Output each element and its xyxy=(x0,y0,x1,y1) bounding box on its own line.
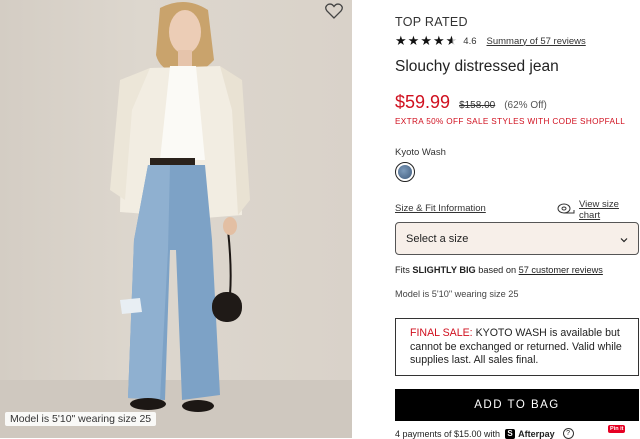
measuring-tape-icon xyxy=(557,201,575,219)
add-to-bag-button[interactable]: ADD TO BAG xyxy=(395,389,639,421)
model-illustration xyxy=(0,1,352,438)
afterpay-name: Afterpay xyxy=(518,428,555,439)
afterpay-logo[interactable]: S Afterpay xyxy=(505,428,555,439)
size-select-label: Select a size xyxy=(406,232,469,245)
discount-percent: (62% Off) xyxy=(504,100,547,111)
afterpay-icon: S xyxy=(505,428,516,439)
afterpay-row: 4 payments of $15.00 with S Afterpay ? xyxy=(395,428,574,439)
reviews-summary-link[interactable]: Summary of 57 reviews xyxy=(487,36,586,47)
rating-row: ★ ★ ★ ★ ★ 4.6 Summary of 57 reviews xyxy=(395,34,586,48)
pin-it-button[interactable]: Pin it xyxy=(608,425,626,433)
model-size-info: Model is 5'10" wearing size 25 xyxy=(395,289,519,299)
fits-middle: based on xyxy=(478,265,517,275)
fits-prefix: Fits xyxy=(395,265,410,275)
star-rating: ★ ★ ★ ★ ★ xyxy=(395,34,457,48)
star-icon: ★ xyxy=(432,33,445,48)
color-swatch-kyoto-wash[interactable] xyxy=(395,162,415,182)
size-fit-info-link[interactable]: Size & Fit Information xyxy=(395,203,486,214)
wishlist-heart-icon[interactable] xyxy=(325,3,343,19)
original-price: $158.00 xyxy=(459,100,496,111)
top-rated-badge: TOP RATED xyxy=(395,15,468,29)
size-select-dropdown[interactable]: Select a size xyxy=(395,222,639,255)
star-icon: ★ xyxy=(420,33,432,48)
info-icon[interactable]: ? xyxy=(562,428,574,439)
afterpay-text: 4 payments of $15.00 with xyxy=(395,428,501,439)
customer-reviews-link[interactable]: 57 customer reviews xyxy=(519,265,603,275)
product-title: Slouchy distressed jean xyxy=(395,58,559,75)
size-chart-label: View size chart xyxy=(579,199,619,221)
sale-price: $59.99 xyxy=(395,92,451,112)
fit-summary: Fits SLIGHTLY BIG based on 57 customer r… xyxy=(395,265,603,275)
model-caption: Model is 5'10" wearing size 25 xyxy=(5,412,157,426)
chevron-down-icon xyxy=(620,230,628,248)
swatch-fill xyxy=(398,165,412,179)
price-row: $59.99 $158.00 (62% Off) xyxy=(395,92,547,113)
size-chart-link[interactable]: View size chart xyxy=(557,199,640,221)
promo-message: EXTRA 50% OFF SALE STYLES WITH CODE SHOP… xyxy=(395,117,626,126)
product-image[interactable]: Model is 5'10" wearing size 25 xyxy=(0,0,352,438)
fits-value: SLIGHTLY BIG xyxy=(412,265,476,275)
final-sale-label: FINAL SALE: xyxy=(410,327,473,339)
color-name: Kyoto Wash xyxy=(395,147,446,158)
star-icon: ★ xyxy=(407,33,420,48)
rating-value: 4.6 xyxy=(463,35,477,47)
star-half-icon: ★ xyxy=(445,33,458,48)
star-icon: ★ xyxy=(395,33,407,48)
final-sale-notice: FINAL SALE: KYOTO WASH is available but … xyxy=(395,318,639,376)
